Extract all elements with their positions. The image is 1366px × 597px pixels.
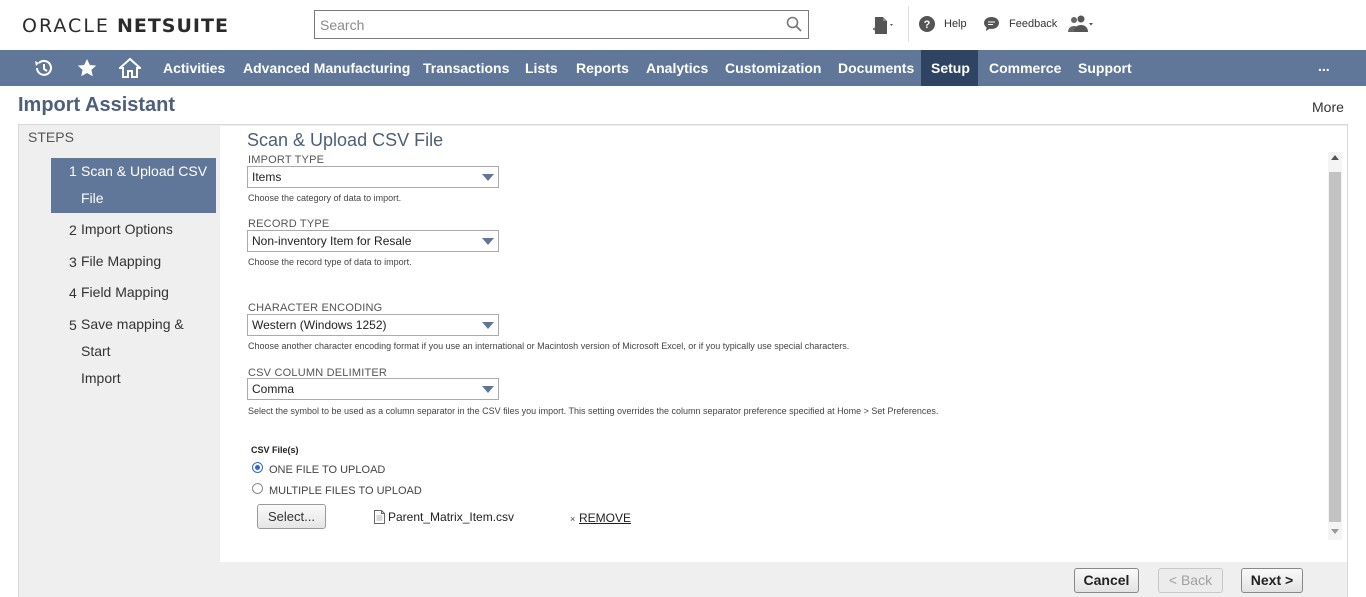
dropdown-arrow-icon[interactable] [482,386,494,393]
back-button[interactable]: < Back [1158,568,1223,593]
create-new-icon[interactable] [872,16,896,36]
nav-commerce[interactable]: Commerce [979,50,1071,86]
nav-documents[interactable]: Documents [828,50,924,86]
import-type-select[interactable]: Items [247,166,499,188]
search-input[interactable] [320,12,780,37]
feedback-link[interactable]: Feedback [1009,18,1057,30]
character-encoding-help: Choose another character encoding format… [248,341,850,351]
step-label: Scan & Upload CSV File [81,163,208,206]
nav-activities[interactable]: Activities [153,50,235,86]
search-icon[interactable] [786,16,802,32]
nav-reports[interactable]: Reports [566,50,639,86]
dropdown-arrow-icon[interactable] [482,322,494,329]
help-icon[interactable]: ? [919,16,935,32]
nav-analytics[interactable]: Analytics [636,50,718,86]
help-link[interactable]: Help [944,18,967,30]
character-encoding-select[interactable]: Western (Windows 1252) [247,314,499,336]
import-type-help: Choose the category of data to import. [248,193,402,203]
one-file-label[interactable]: ONE FILE TO UPLOAD [269,464,385,476]
logo-netsuite-text: NETSUITE [116,15,229,37]
next-button[interactable]: Next > [1241,568,1303,593]
character-encoding-label: CHARACTER ENCODING [248,302,383,314]
steps-heading: STEPS [28,129,74,145]
step-number: 3 [69,254,77,270]
nav-transactions[interactable]: Transactions [413,50,519,86]
section-title: Scan & Upload CSV File [247,130,444,150]
multiple-files-radio[interactable] [252,483,263,494]
page-title: Import Assistant [18,94,176,116]
user-roles-icon[interactable] [1067,15,1095,35]
record-type-help: Choose the record type of data to import… [248,257,412,267]
svg-text:?: ? [924,19,931,31]
import-type-label: IMPORT TYPE [248,154,325,166]
shortcuts-star-icon[interactable] [76,58,98,78]
more-menu-link[interactable]: More [1312,99,1344,115]
step-5-save-mapping[interactable]: 5 Save mapping & Start Import [51,311,216,386]
nav-more-menu[interactable]: ... [1318,50,1330,86]
scroll-down-arrow-icon[interactable] [1331,529,1339,534]
file-icon [374,510,385,524]
scroll-up-arrow-icon[interactable] [1331,155,1339,160]
step-label: Import Options [81,221,173,237]
record-type-value: Non-inventory Item for Resale [252,234,412,248]
import-type-value: Items [252,170,282,184]
csv-delimiter-value: Comma [252,382,295,396]
oracle-netsuite-logo[interactable]: ORACLE NETSUITE [22,15,229,37]
record-type-select[interactable]: Non-inventory Item for Resale [247,230,499,252]
cancel-button[interactable]: Cancel [1074,568,1139,593]
step-1-scan-upload[interactable]: 1 Scan & Upload CSV File [51,158,216,213]
logo-oracle-text: ORACLE [22,15,110,37]
global-search[interactable] [314,10,809,39]
dropdown-arrow-icon[interactable] [482,174,494,181]
step-number: 4 [69,285,77,301]
feedback-icon[interactable] [983,16,1000,32]
main-nav: Activities Advanced Manufacturing Transa… [0,50,1366,86]
csv-files-label: CSV File(s) [251,445,299,455]
step-4-field-mapping[interactable]: 4 Field Mapping [51,279,216,306]
multiple-files-label[interactable]: MULTIPLE FILES TO UPLOAD [269,485,422,497]
record-type-label: RECORD TYPE [248,218,330,230]
nav-lists[interactable]: Lists [515,50,568,86]
step-label: Save mapping & Start Import [81,316,184,386]
step-number: 5 [69,317,77,333]
step-label: Field Mapping [81,284,169,300]
character-encoding-value: Western (Windows 1252) [252,318,387,332]
one-file-radio[interactable] [252,462,263,473]
scrollbar-thumb[interactable] [1329,172,1341,522]
recent-records-icon[interactable] [33,58,55,78]
header-divider [908,6,909,42]
nav-support[interactable]: Support [1068,50,1142,86]
step-number: 2 [69,222,77,238]
step-3-file-mapping[interactable]: 3 File Mapping [51,248,216,275]
uploaded-file-name: Parent_Matrix_Item.csv [388,510,515,524]
home-icon[interactable] [119,57,141,79]
nav-advanced-manufacturing[interactable]: Advanced Manufacturing [233,50,420,86]
select-file-button[interactable]: Select... [257,504,326,529]
dropdown-arrow-icon[interactable] [482,238,494,245]
csv-delimiter-help: Select the symbol to be used as a column… [248,406,939,416]
step-label: File Mapping [81,253,162,269]
nav-setup[interactable]: Setup [921,50,978,86]
remove-x-icon[interactable]: × [570,514,575,524]
remove-file-link[interactable]: REMOVE [579,511,631,525]
top-header: ORACLE NETSUITE ? Help Feedback [0,0,1366,50]
step-2-import-options[interactable]: 2 Import Options [51,216,216,243]
nav-customization[interactable]: Customization [715,50,831,86]
csv-delimiter-select[interactable]: Comma [247,378,499,400]
step-number: 1 [69,163,77,179]
